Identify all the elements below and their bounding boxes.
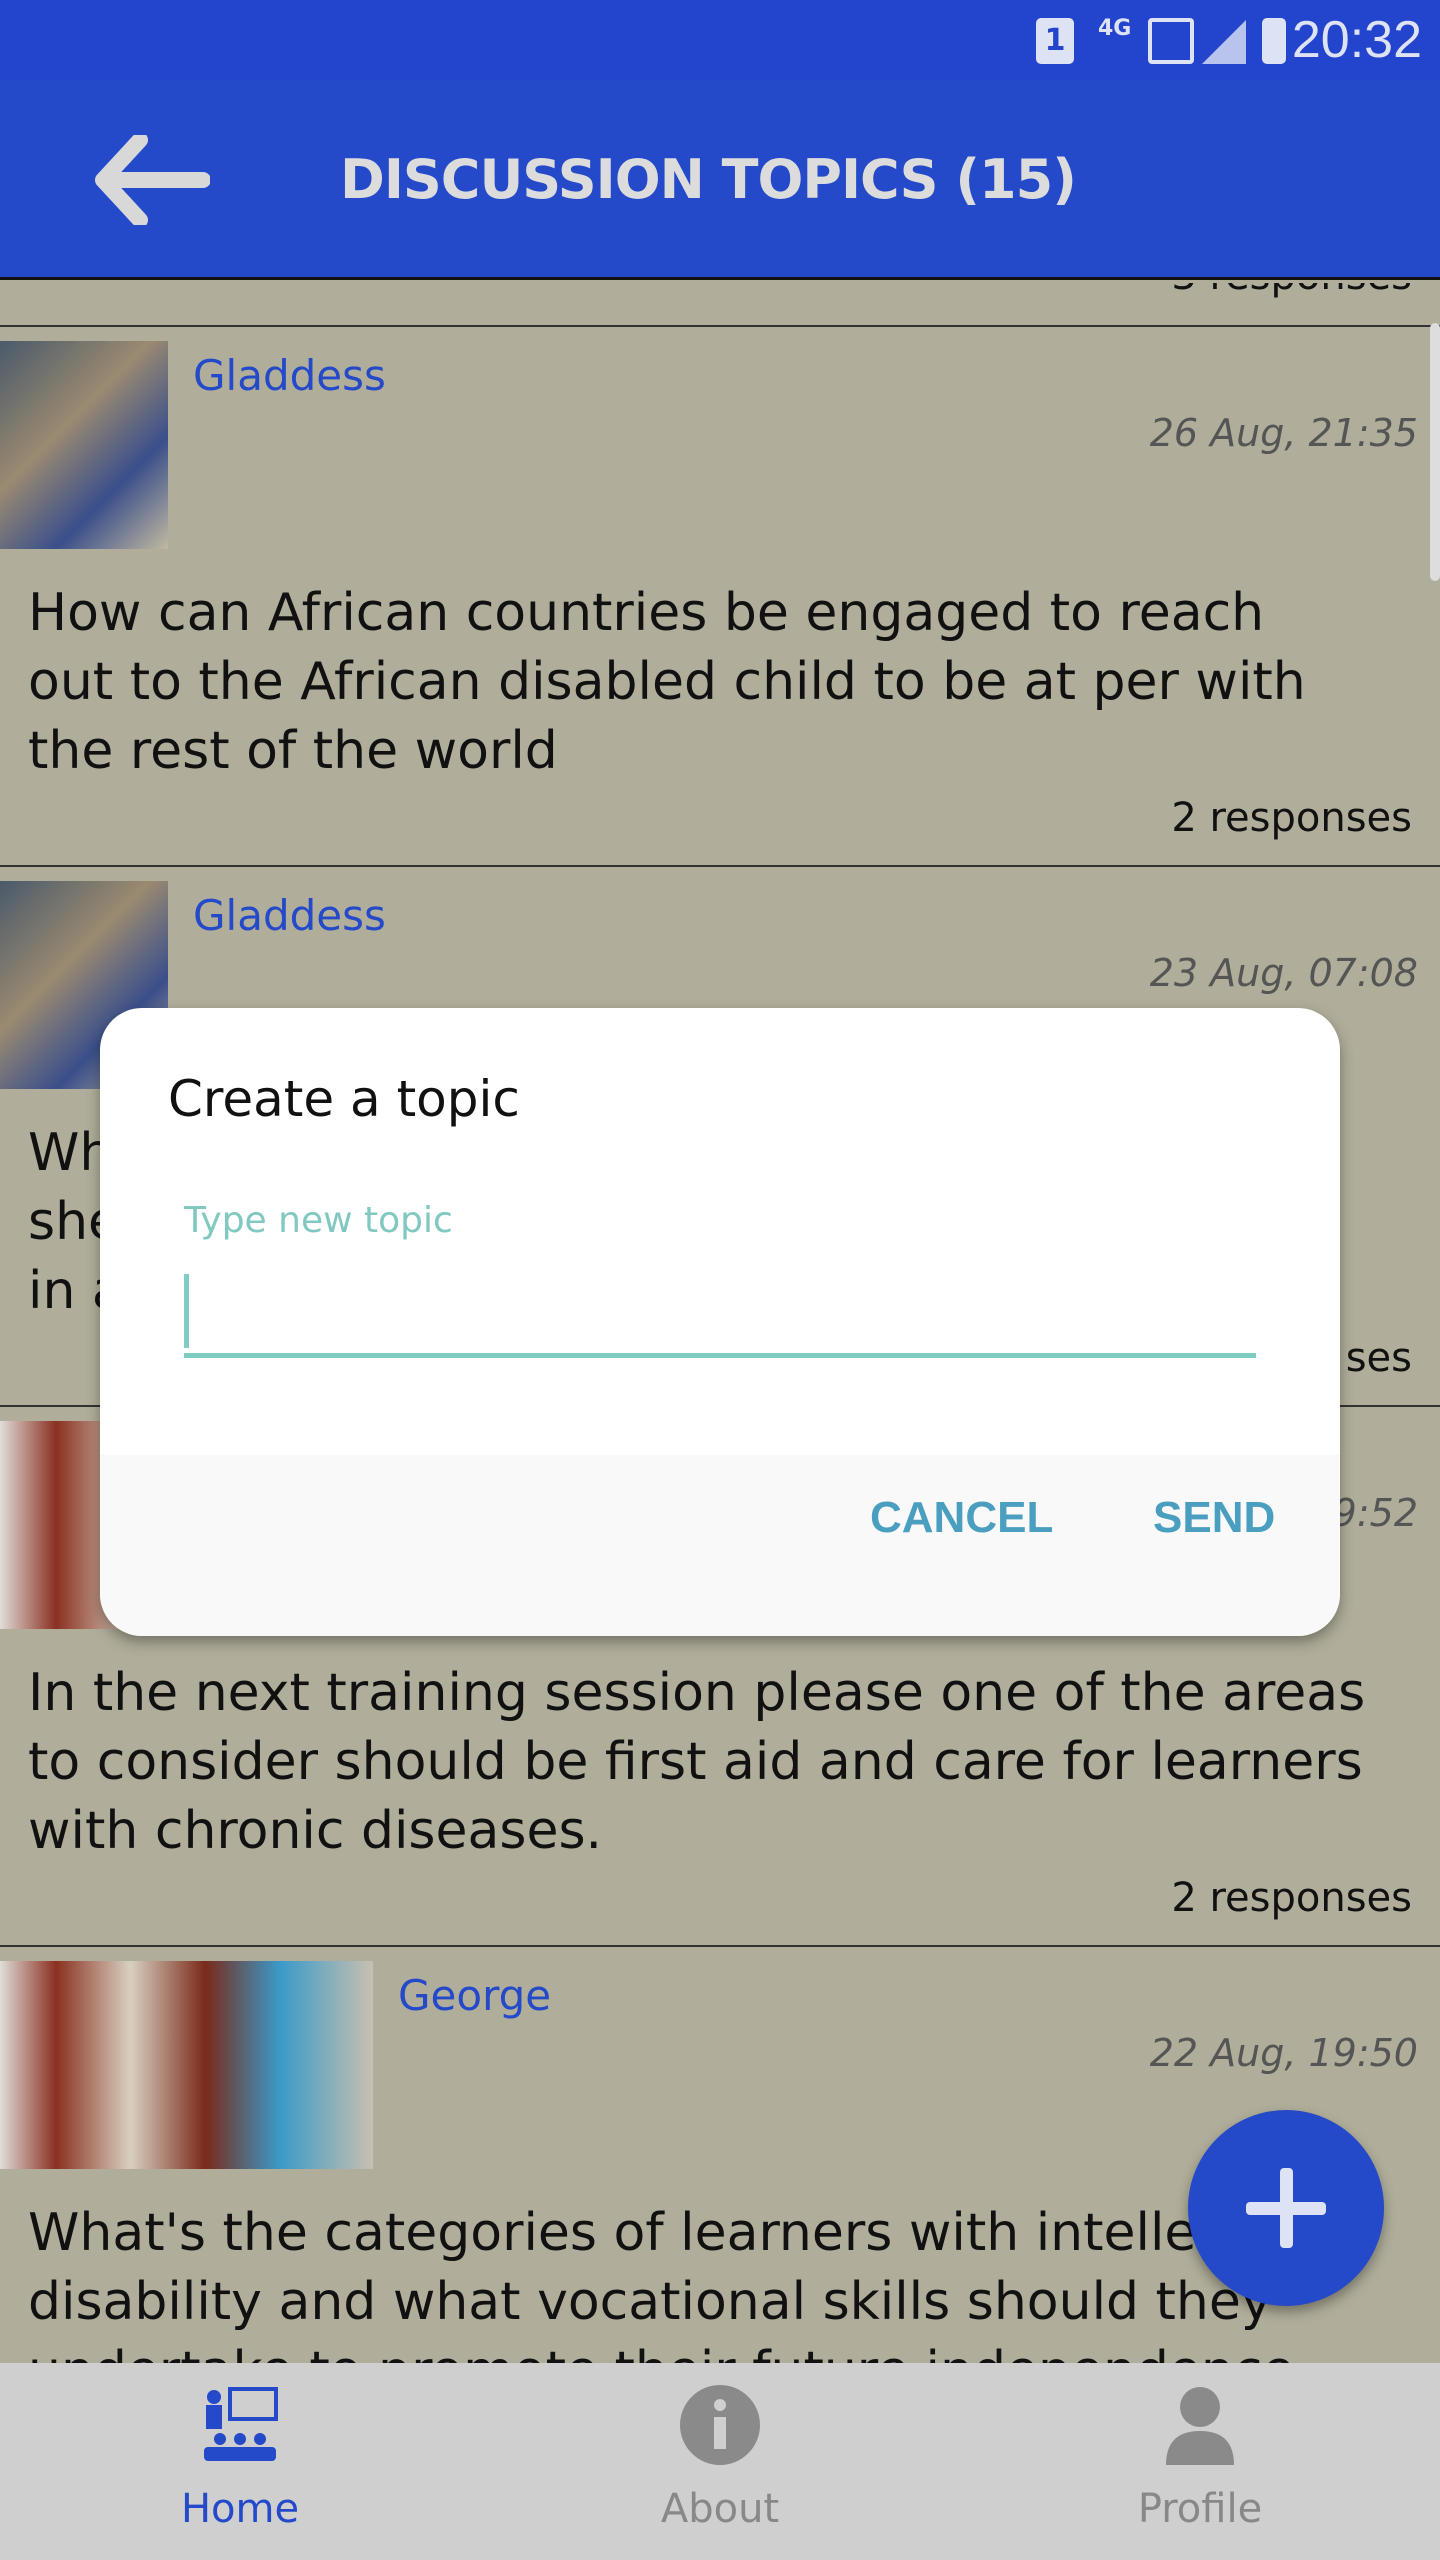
teacher-class-icon	[204, 2387, 278, 2461]
cancel-button[interactable]: CANCEL	[870, 1493, 1053, 1543]
topic-date: 22 Aug, 19:50	[1149, 2031, 1418, 2075]
clock: 20:32	[1291, 11, 1422, 69]
dialog-actions: CANCEL SEND	[100, 1455, 1340, 1636]
network-type-icon: 4G	[1098, 16, 1132, 41]
nav-home-label: Home	[180, 2486, 300, 2532]
author-name[interactable]: Gladdess	[193, 351, 386, 400]
topic-text: What's the categories of learners with i…	[28, 2203, 1325, 2363]
scrollbar[interactable]	[1430, 323, 1440, 581]
nav-profile[interactable]: Profile	[1050, 2363, 1350, 2560]
topic-date: 9:52	[1332, 1491, 1418, 1535]
bottom-nav: Home About Profile	[0, 2363, 1440, 2560]
signal-icon-2	[1202, 20, 1246, 64]
topic-text: In the next training session please one …	[28, 1663, 1366, 1861]
author-name[interactable]: George	[398, 1971, 551, 2020]
nav-about[interactable]: About	[570, 2363, 870, 2560]
topic-text: How can African countries be engaged to …	[28, 583, 1306, 781]
topic-date: 23 Aug, 07:08	[1149, 951, 1418, 995]
responses-count: 2 responses	[1171, 1875, 1412, 1921]
nav-profile-label: Profile	[1137, 2486, 1263, 2532]
person-icon	[1166, 2387, 1234, 2465]
nav-home[interactable]: Home	[90, 2363, 390, 2560]
create-topic-dialog: Create a topic Type new topic CANCEL SEN…	[100, 1008, 1340, 1636]
author-name[interactable]: Gladdess	[193, 891, 386, 940]
signal-icon	[1148, 18, 1194, 64]
arrow-left-icon[interactable]	[95, 135, 210, 225]
responses-count: ses	[1345, 1335, 1412, 1381]
responses-count: 2 responses	[1171, 795, 1412, 841]
info-icon	[680, 2385, 760, 2465]
page-title: DISCUSSION TOPICS (15)	[340, 148, 1077, 211]
add-topic-button[interactable]	[1188, 2110, 1384, 2306]
nav-about-label: About	[660, 2486, 780, 2532]
avatar	[0, 341, 168, 549]
topic-input-label: Type new topic	[184, 1200, 453, 1241]
app-bar: DISCUSSION TOPICS (15)	[0, 80, 1440, 280]
topic-item[interactable]: Gladdess 26 Aug, 21:35 How can African c…	[0, 327, 1440, 867]
status-bar: 1 4G 20:32	[0, 0, 1440, 80]
responses-count: 3 responses	[1171, 283, 1412, 299]
topic-date: 26 Aug, 21:35	[1149, 411, 1418, 455]
dialog-title: Create a topic	[168, 1070, 520, 1128]
sim-icon: 1	[1036, 18, 1074, 64]
topic-input[interactable]	[184, 1268, 1256, 1358]
send-button[interactable]: SEND	[1153, 1493, 1275, 1543]
battery-icon	[1262, 18, 1286, 64]
avatar	[0, 1961, 373, 2169]
text-cursor	[184, 1274, 189, 1348]
